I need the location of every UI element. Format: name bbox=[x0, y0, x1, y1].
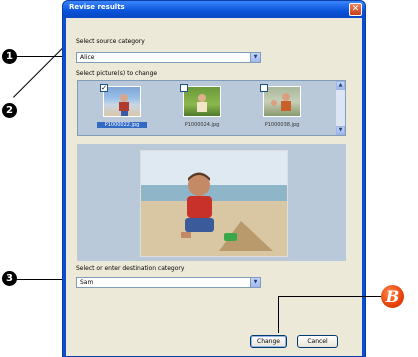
pictures-label: Select picture(s) to change bbox=[76, 70, 158, 77]
picture-item[interactable]: P1000024.jpg bbox=[180, 84, 224, 134]
picture-list-scrollbar[interactable]: ▲ ▼ bbox=[336, 81, 345, 135]
callout-2: 2 bbox=[2, 103, 17, 118]
preview-image bbox=[140, 150, 288, 257]
destination-category-value: Sam bbox=[80, 279, 94, 286]
chevron-down-icon[interactable]: ▼ bbox=[250, 278, 260, 287]
picture-checkbox[interactable]: ✓ bbox=[100, 84, 108, 92]
callout-1: 1 bbox=[2, 49, 17, 64]
source-category-select[interactable]: Alice ▼ bbox=[76, 52, 261, 63]
cancel-button[interactable]: Cancel bbox=[297, 335, 338, 348]
dialog-title: Revise results bbox=[69, 3, 125, 11]
picture-item[interactable]: ✓ P1000022.jpg bbox=[97, 84, 147, 134]
callout-b-leader-v bbox=[278, 296, 279, 333]
destination-category-combobox[interactable]: Sam ▼ bbox=[76, 277, 261, 288]
chevron-down-icon[interactable]: ▼ bbox=[250, 53, 260, 62]
scroll-down-icon[interactable]: ▼ bbox=[336, 126, 345, 135]
picture-checkbox[interactable] bbox=[180, 84, 188, 92]
destination-category-label: Select or enter destination category bbox=[76, 265, 185, 272]
close-icon: ✕ bbox=[351, 4, 360, 14]
callout-b-leader-h bbox=[278, 296, 381, 297]
picture-filename: P1000024.jpg bbox=[184, 122, 220, 128]
picture-checkbox[interactable] bbox=[260, 84, 268, 92]
callout-3: 3 bbox=[2, 271, 17, 286]
scroll-up-icon[interactable]: ▲ bbox=[336, 81, 345, 90]
picture-list[interactable]: ✓ P1000022.jpg P1000024.jpg P1000038.jpg… bbox=[77, 80, 346, 136]
source-category-label: Select source category bbox=[76, 38, 145, 45]
callout-b: B bbox=[381, 285, 404, 308]
close-button[interactable]: ✕ bbox=[349, 3, 362, 16]
dialog-body: Select source category Alice ▼ Select pi… bbox=[66, 18, 362, 356]
picture-filename: P1000038.jpg bbox=[264, 122, 300, 128]
thumbnail-image bbox=[263, 86, 301, 117]
check-icon: ✓ bbox=[101, 84, 107, 92]
preview-panel bbox=[77, 144, 346, 261]
picture-filename: P1000022.jpg bbox=[97, 122, 147, 128]
thumbnail-image bbox=[183, 86, 221, 117]
source-category-value: Alice bbox=[80, 54, 95, 61]
thumbnail-image bbox=[103, 86, 141, 117]
title-bar[interactable]: Revise results ✕ bbox=[63, 1, 365, 18]
picture-item[interactable]: P1000038.jpg bbox=[260, 84, 304, 134]
revise-results-dialog: Revise results ✕ Select source category … bbox=[62, 0, 366, 357]
change-button[interactable]: Change bbox=[250, 335, 287, 348]
